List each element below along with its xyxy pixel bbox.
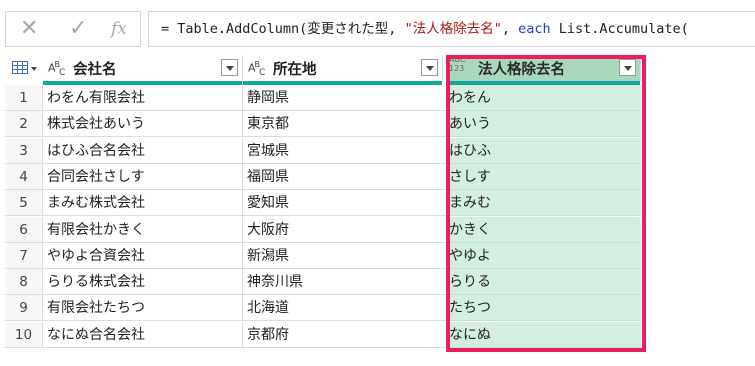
cell-location[interactable]: 静岡県	[243, 85, 448, 111]
cell-location[interactable]: 新潟県	[243, 242, 448, 269]
cell-company[interactable]: やゆよ合資会社	[43, 242, 243, 269]
cell-location[interactable]: 東京都	[243, 111, 448, 138]
cell-company[interactable]: なにぬ合名会社	[43, 321, 243, 348]
table-menu-button[interactable]	[5, 55, 43, 81]
cell-location[interactable]: 北海道	[243, 295, 448, 322]
cell-stripped-name[interactable]: わをん	[448, 85, 641, 111]
cell-location[interactable]: 大阪府	[243, 216, 448, 243]
cell-company[interactable]: 株式会社あいう	[43, 111, 243, 138]
row-number[interactable]: 2	[5, 111, 43, 138]
commit-icon[interactable]: ✓	[69, 16, 87, 42]
cell-stripped-name[interactable]: やゆよ	[448, 242, 641, 269]
cell-stripped-name[interactable]: まみむ	[448, 190, 641, 217]
filter-dropdown-button[interactable]	[619, 59, 636, 76]
column-header-stripped-name[interactable]: ABC 123 法人格除去名	[448, 55, 641, 85]
formula-bar-buttons: ✕ ✓ fx	[5, 11, 141, 47]
row-number[interactable]: 8	[5, 269, 43, 296]
formula-string: "法人格除去名"	[404, 21, 502, 37]
text-type-icon[interactable]: ABC	[48, 60, 65, 78]
row-number[interactable]: 3	[5, 137, 43, 164]
cell-company[interactable]: 有限会社たちつ	[43, 295, 243, 322]
cell-location[interactable]: 福岡県	[243, 163, 448, 190]
table-icon	[12, 61, 28, 74]
cell-company[interactable]: わをん有限会社	[43, 85, 243, 111]
column-label: 法人格除去名	[478, 62, 565, 78]
cell-stripped-name[interactable]: あいう	[448, 111, 641, 138]
formula-prefix: = Table.AddColumn(変更された型,	[161, 21, 405, 37]
formula-input[interactable]: = Table.AddColumn(変更された型, "法人格除去名", each…	[148, 11, 755, 47]
filter-dropdown-button[interactable]	[421, 59, 438, 76]
row-number[interactable]: 4	[5, 163, 43, 190]
column-label: 会社名	[73, 62, 117, 78]
column-label: 所在地	[273, 62, 317, 78]
row-number[interactable]: 9	[5, 295, 43, 322]
cell-company[interactable]: まみむ株式会社	[43, 190, 243, 217]
chevron-down-icon	[31, 67, 37, 71]
cell-stripped-name[interactable]: らりる	[448, 269, 641, 296]
cell-stripped-name[interactable]: たちつ	[448, 295, 641, 322]
row-number[interactable]: 5	[5, 190, 43, 217]
any-type-icon[interactable]: ABC 123	[449, 55, 465, 73]
cell-company[interactable]: 合同会社さしす	[43, 163, 243, 190]
filter-dropdown-button[interactable]	[221, 59, 238, 76]
cell-stripped-name[interactable]: かきく	[448, 216, 641, 243]
cell-stripped-name[interactable]: はひふ	[448, 137, 641, 164]
column-header-company[interactable]: ABC 会社名	[43, 55, 243, 85]
formula-mid: ,	[501, 21, 519, 37]
cell-company[interactable]: はひふ合名会社	[43, 137, 243, 164]
cell-location[interactable]: 愛知県	[243, 190, 448, 217]
cancel-icon[interactable]: ✕	[20, 16, 38, 42]
text-type-icon[interactable]: ABC	[248, 60, 265, 78]
cell-location[interactable]: 京都府	[243, 321, 448, 348]
cell-location[interactable]: 宮城県	[243, 137, 448, 164]
row-number[interactable]: 6	[5, 216, 43, 243]
row-number[interactable]: 7	[5, 242, 43, 269]
cell-company[interactable]: 有限会社かきく	[43, 216, 243, 243]
cell-stripped-name[interactable]: なにぬ	[448, 321, 641, 348]
column-header-location[interactable]: ABC 所在地	[243, 55, 443, 85]
cell-location[interactable]: 神奈川県	[243, 269, 448, 296]
cell-stripped-name[interactable]: さしす	[448, 163, 641, 190]
fx-icon[interactable]: fx	[111, 16, 127, 42]
formula-keyword: each	[518, 21, 551, 37]
cell-company[interactable]: らりる株式会社	[43, 269, 243, 296]
row-number[interactable]: 1	[5, 85, 43, 111]
row-number[interactable]: 10	[5, 321, 43, 348]
formula-suffix: List.Accumulate(	[550, 21, 689, 37]
